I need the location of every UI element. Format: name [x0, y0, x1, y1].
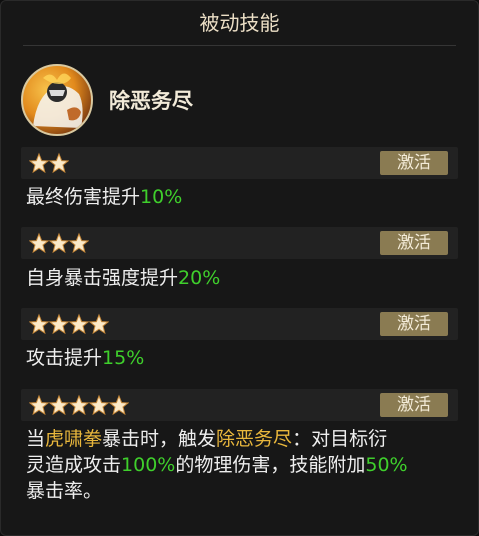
star-icon — [89, 394, 109, 416]
tier-text: 最终伤害提升 — [26, 186, 141, 208]
tier-text: 自身暴击强度提升 — [26, 267, 179, 289]
star-icon — [69, 232, 89, 254]
desc-text: 当 — [26, 428, 46, 450]
tier-row-3-star: 激活 — [21, 227, 458, 259]
tier-description: 攻击提升15% — [26, 345, 456, 371]
star-icon — [109, 394, 129, 416]
panel-title: 被动技能 — [199, 11, 280, 35]
star-rating — [29, 393, 129, 417]
star-rating — [29, 231, 89, 255]
star-icon — [29, 232, 49, 254]
skill-name: 除恶务尽 — [109, 89, 193, 113]
tier-row-4-star: 激活 — [21, 308, 458, 340]
tier-value: 100% — [121, 454, 176, 476]
passive-skill-panel: 被动技能 除恶务尽 激活 最终伤害提升10% 激活 自身暴击强度提升20% 激活… — [0, 0, 479, 536]
tier-row-2-star: 激活 — [21, 147, 458, 179]
star-icon — [69, 313, 89, 335]
star-icon — [49, 394, 69, 416]
skill-ref-name: 除恶务尽 — [216, 428, 293, 450]
tier-value: 50% — [365, 454, 408, 476]
star-icon — [49, 313, 69, 335]
star-rating — [29, 151, 69, 175]
tier-text: 攻击提升 — [26, 347, 103, 369]
desc-text: 暴击时，触发 — [102, 428, 217, 450]
star-icon — [29, 152, 49, 174]
desc-text: 灵造成攻击 — [26, 454, 122, 476]
desc-text: 暴击率。 — [26, 480, 103, 502]
star-icon — [89, 313, 109, 335]
tier-description: 当虎啸拳暴击时，触发除恶务尽：对目标衍灵造成攻击100%的物理伤害，技能附加50… — [26, 426, 456, 504]
activate-button[interactable]: 激活 — [380, 231, 448, 255]
activate-button[interactable]: 激活 — [380, 151, 448, 175]
star-icon — [29, 394, 49, 416]
star-icon — [69, 394, 89, 416]
tier-description: 自身暴击强度提升20% — [26, 265, 456, 291]
star-icon — [49, 152, 69, 174]
tier-row-5-star: 激活 — [21, 389, 458, 421]
star-icon — [29, 313, 49, 335]
skill-ref-name: 虎啸拳 — [45, 428, 103, 450]
desc-text: ：对目标衍 — [292, 428, 388, 450]
tier-value: 10% — [140, 186, 183, 208]
tier-value: 20% — [178, 267, 221, 289]
skill-portrait-icon — [21, 64, 93, 136]
desc-text: 的物理伤害，技能附加 — [175, 454, 366, 476]
star-rating — [29, 312, 109, 336]
tier-value: 15% — [102, 347, 145, 369]
star-icon — [49, 232, 69, 254]
activate-button[interactable]: 激活 — [380, 312, 448, 336]
title-divider — [23, 45, 456, 46]
tier-description: 最终伤害提升10% — [26, 184, 456, 210]
activate-button[interactable]: 激活 — [380, 393, 448, 417]
